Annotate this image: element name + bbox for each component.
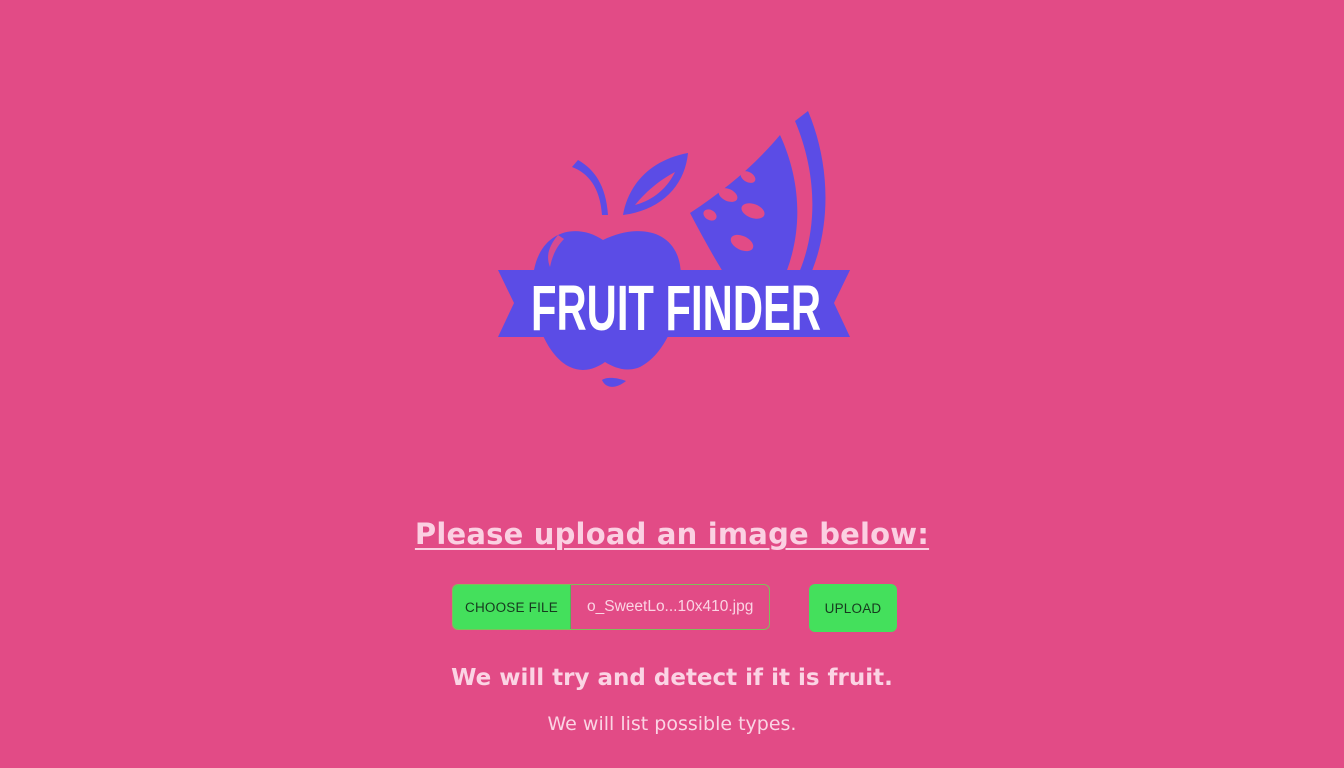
logo-graphic: FRUIT FINDER <box>498 111 850 387</box>
fruit-finder-logo: FRUIT FINDER <box>490 105 860 395</box>
file-input[interactable]: CHOOSE FILE o_SweetLo...10x410.jpg <box>452 584 770 630</box>
page: FRUIT FINDER Please upload an image belo… <box>0 0 1344 768</box>
detect-info-text: We will try and detect if it is fruit. <box>451 665 893 691</box>
apple-icon <box>532 153 688 387</box>
choose-file-button[interactable]: CHOOSE FILE <box>453 585 571 629</box>
ribbon-banner: FRUIT FINDER <box>498 270 850 344</box>
page-heading: Please upload an image below: <box>414 517 930 551</box>
selected-file-name: o_SweetLo...10x410.jpg <box>587 598 754 615</box>
upload-button[interactable]: UPLOAD <box>809 584 897 632</box>
logo-text: FRUIT FINDER <box>531 272 821 344</box>
types-info-text: We will list possible types. <box>547 713 797 735</box>
